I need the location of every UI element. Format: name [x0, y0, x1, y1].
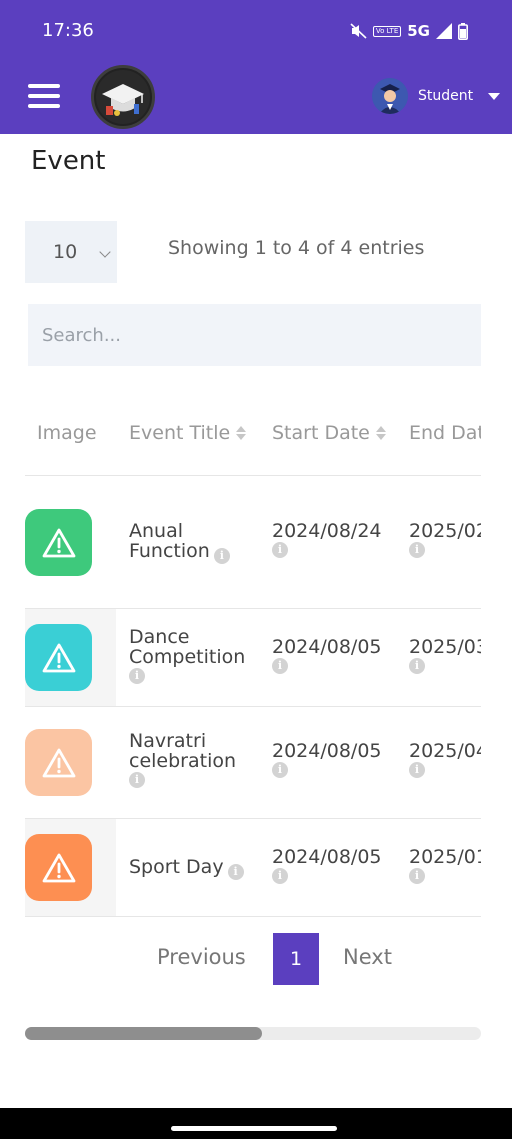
end-date: 2025/02	[409, 520, 481, 542]
start-date-cell: 2024/08/05 i	[272, 847, 382, 884]
event-title-cell: Navratri celebration i	[129, 731, 259, 788]
hamburger-icon-line	[28, 104, 60, 108]
page-title: Event	[31, 146, 106, 176]
page-1-button[interactable]: 1	[273, 933, 319, 985]
start-date: 2024/08/05	[272, 740, 382, 762]
system-nav-bar	[0, 1108, 512, 1139]
event-title: Anual Function	[129, 520, 210, 562]
event-title-cell: Sport Day i	[129, 857, 259, 880]
event-title: Navratri celebration	[129, 730, 237, 772]
horizontal-scrollbar[interactable]	[25, 1027, 481, 1040]
warning-triangle-icon	[42, 528, 75, 557]
image-cell	[25, 819, 116, 916]
status-icons: Vo LTE 5G	[350, 20, 468, 42]
network-label: 5G	[407, 22, 430, 40]
info-icon[interactable]: i	[409, 868, 425, 884]
column-header-image[interactable]: Image	[37, 422, 97, 444]
info-icon[interactable]: i	[129, 772, 145, 788]
search-input[interactable]	[28, 304, 481, 366]
table-row[interactable]: Dance Competition i 2024/08/05 i 2025/03…	[25, 609, 481, 707]
home-gesture-handle[interactable]	[171, 1126, 337, 1131]
page-size-select[interactable]: 10	[25, 221, 117, 283]
student-avatar-icon	[372, 78, 408, 114]
page-size-value: 10	[53, 241, 78, 263]
info-icon[interactable]: i	[409, 762, 425, 778]
event-thumbnail[interactable]	[25, 624, 92, 691]
end-date-cell: 2025/03 i	[409, 637, 481, 674]
image-cell	[25, 707, 116, 818]
pagination: Previous 1 Next	[0, 933, 512, 985]
info-icon[interactable]: i	[213, 548, 230, 564]
battery-icon	[458, 22, 468, 40]
start-date-cell: 2024/08/05 i	[272, 741, 382, 778]
table-row[interactable]: Sport Day i 2024/08/05 i 2025/01 i	[25, 819, 481, 917]
event-thumbnail[interactable]	[25, 509, 92, 576]
event-title-cell: Anual Function i	[129, 521, 259, 564]
start-date: 2024/08/05	[272, 636, 382, 658]
school-logo[interactable]	[91, 65, 155, 129]
table-row[interactable]: Anual Function i 2024/08/24 i 2025/02 i	[25, 476, 481, 609]
volte-badge: Vo LTE	[372, 25, 402, 37]
end-date-cell: 2025/02 i	[409, 521, 481, 558]
start-date: 2024/08/05	[272, 846, 382, 868]
info-icon[interactable]: i	[129, 668, 145, 684]
warning-triangle-icon	[42, 643, 75, 672]
sort-icon	[375, 426, 386, 440]
event-thumbnail[interactable]	[25, 834, 92, 901]
end-date: 2025/04	[409, 740, 481, 762]
mute-icon	[350, 23, 367, 39]
entries-info: Showing 1 to 4 of 4 entries	[168, 237, 425, 259]
event-thumbnail[interactable]	[25, 729, 92, 796]
table-header: Image Event Title Start Date End Date	[25, 392, 481, 476]
hamburger-icon-line	[28, 84, 60, 88]
warning-triangle-icon	[42, 853, 75, 882]
info-icon[interactable]: i	[409, 658, 425, 674]
column-header-start-date[interactable]: Start Date	[272, 422, 386, 444]
graduation-cap-icon	[96, 70, 150, 124]
info-icon[interactable]: i	[227, 864, 244, 880]
event-title-cell: Dance Competition i	[129, 627, 259, 684]
info-icon[interactable]: i	[272, 762, 288, 778]
warning-triangle-icon	[42, 748, 75, 777]
dropdown-caret-icon	[488, 92, 500, 100]
sort-icon	[236, 426, 247, 440]
app-bar: 17:36 Vo LTE 5G Student	[0, 0, 512, 134]
start-date-cell: 2024/08/24 i	[272, 521, 382, 558]
signal-icon	[436, 23, 452, 39]
info-icon[interactable]: i	[409, 542, 425, 558]
user-name: Student	[418, 88, 474, 104]
event-title: Sport Day	[129, 856, 224, 878]
info-icon[interactable]: i	[272, 542, 288, 558]
user-menu[interactable]: Student	[372, 78, 500, 114]
image-cell	[25, 476, 116, 608]
end-date-cell: 2025/01 i	[409, 847, 481, 884]
end-date-cell: 2025/04 i	[409, 741, 481, 778]
event-title: Dance Competition	[129, 626, 246, 668]
avatar	[372, 78, 408, 114]
column-header-end-date[interactable]: End Date	[409, 422, 481, 444]
end-date: 2025/01	[409, 846, 481, 868]
scrollbar-thumb[interactable]	[25, 1027, 263, 1040]
end-date: 2025/03	[409, 636, 481, 658]
chevron-down-icon	[99, 246, 111, 258]
start-date-cell: 2024/08/05 i	[272, 637, 382, 674]
menu-button[interactable]	[28, 84, 60, 108]
hamburger-icon-line	[28, 94, 60, 98]
previous-page-button[interactable]: Previous	[157, 945, 246, 969]
table-row[interactable]: Navratri celebration i 2024/08/05 i 2025…	[25, 707, 481, 819]
status-time: 17:36	[42, 20, 94, 41]
image-cell	[25, 609, 116, 706]
info-icon[interactable]: i	[272, 658, 288, 674]
start-date: 2024/08/24	[272, 520, 382, 542]
next-page-button[interactable]: Next	[343, 945, 392, 969]
column-header-event-title[interactable]: Event Title	[129, 422, 247, 444]
info-icon[interactable]: i	[272, 868, 288, 884]
events-table[interactable]: Image Event Title Start Date End Date	[25, 392, 481, 918]
